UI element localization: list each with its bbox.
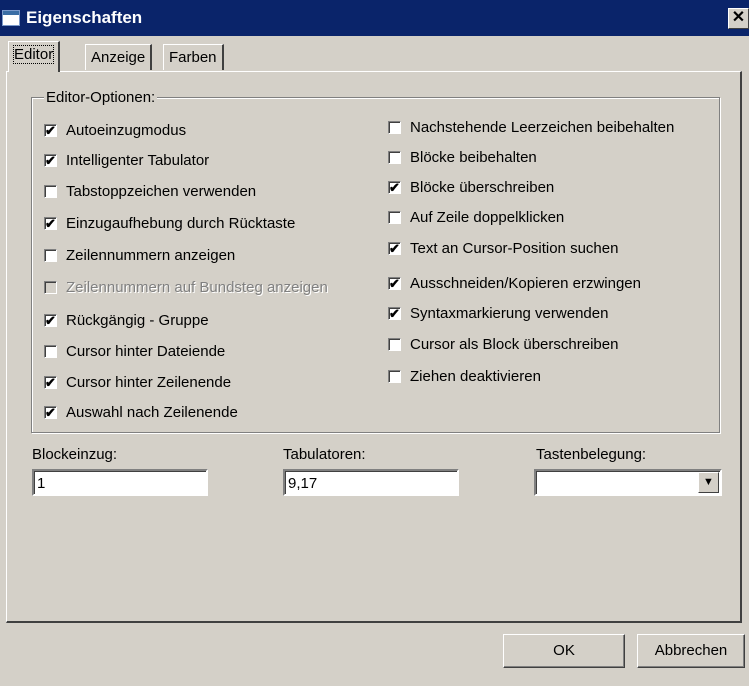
tab-farben[interactable]: Farben — [163, 44, 224, 70]
checkbox-box[interactable]: ✔ — [388, 180, 401, 194]
checkbox-box[interactable]: ✔ — [388, 306, 401, 320]
checkbox-bloecke-ueberschreiben[interactable]: ✔ Blöcke überschreiben — [388, 177, 554, 197]
tab-editor[interactable]: Editor — [8, 41, 61, 72]
checkbox-ziehen-deaktivieren[interactable]: Ziehen deaktivieren — [388, 366, 541, 386]
checkbox-ausschneiden-kopieren[interactable]: ✔ Ausschneiden/Kopieren erzwingen — [388, 273, 641, 293]
checkbox-label: Tabstoppzeichen verwenden — [66, 182, 257, 200]
ok-button[interactable]: OK — [503, 634, 625, 668]
checkbox-label: Intelligenter Tabulator — [66, 151, 210, 169]
checkbox-autoeinzugmodus[interactable]: ✔ Autoeinzugmodus — [44, 120, 186, 140]
checkbox-box[interactable] — [388, 210, 401, 224]
tab-anzeige-label: Anzeige — [91, 49, 146, 66]
checkbox-label: Text an Cursor-Position suchen — [410, 239, 619, 257]
tab-stops-label: Tabulatoren: — [283, 446, 366, 463]
window-icon — [2, 10, 20, 26]
checkbox-einzugaufhebung[interactable]: ✔ Einzugaufhebung durch Rücktaste — [44, 213, 295, 233]
block-indent-input[interactable]: 1 — [32, 469, 208, 496]
title-bar: Eigenschaften — [0, 0, 749, 36]
checkbox-box[interactable] — [44, 248, 57, 262]
checkbox-box[interactable] — [44, 344, 57, 358]
checkbox-box[interactable] — [388, 150, 401, 164]
checkbox-box[interactable] — [388, 120, 401, 134]
checkbox-doppelklicken[interactable]: Auf Zeile doppelklicken — [388, 207, 564, 227]
checkbox-box[interactable]: ✔ — [44, 216, 57, 230]
checkbox-leerzeichen-beibehalten[interactable]: Nachstehende Leerzeichen beibehalten — [388, 117, 674, 137]
checkbox-label: Cursor hinter Zeilenende — [66, 373, 232, 391]
checkbox-box — [44, 280, 57, 294]
checkbox-box[interactable]: ✔ — [44, 153, 57, 167]
editor-options-legend: Editor-Optionen: — [44, 89, 158, 106]
checkbox-label: Zeilennummern anzeigen — [66, 246, 236, 264]
checkbox-box[interactable] — [388, 337, 401, 351]
checkbox-box[interactable]: ✔ — [44, 313, 57, 327]
checkbox-cursor-dateiende[interactable]: Cursor hinter Dateiende — [44, 341, 225, 361]
checkbox-label: Nachstehende Leerzeichen beibehalten — [410, 118, 675, 136]
checkbox-box[interactable]: ✔ — [388, 276, 401, 290]
cancel-button[interactable]: Abbrechen — [637, 634, 745, 668]
checkbox-bloecke-beibehalten[interactable]: Blöcke beibehalten — [388, 147, 537, 167]
checkbox-syntaxmarkierung[interactable]: ✔ Syntaxmarkierung verwenden — [388, 303, 608, 323]
checkbox-label: Einzugaufhebung durch Rücktaste — [66, 214, 296, 232]
checkbox-box[interactable] — [388, 369, 401, 383]
window-title: Eigenschaften — [26, 8, 143, 27]
checkbox-tabstoppzeichen[interactable]: Tabstoppzeichen verwenden — [44, 181, 256, 201]
checkbox-label: Rückgängig - Gruppe — [66, 311, 209, 329]
chevron-down-icon[interactable]: ▼ — [698, 472, 719, 493]
tab-editor-label: Editor — [12, 45, 55, 64]
checkbox-zeilennummern[interactable]: Zeilennummern anzeigen — [44, 245, 235, 265]
checkbox-zeilennummern-bundsteg: Zeilennummern auf Bundsteg anzeigen — [44, 277, 328, 297]
checkbox-label: Blöcke beibehalten — [410, 148, 537, 166]
checkbox-label: Cursor als Block überschreiben — [410, 335, 619, 353]
tab-farben-label: Farben — [169, 49, 217, 66]
checkbox-label: Ausschneiden/Kopieren erzwingen — [410, 274, 641, 292]
tab-anzeige[interactable]: Anzeige — [85, 44, 153, 70]
checkbox-label: Zeilennummern auf Bundsteg anzeigen — [66, 278, 328, 296]
checkbox-text-suchen[interactable]: ✔ Text an Cursor-Position suchen — [388, 238, 618, 258]
block-indent-label: Blockeinzug: — [32, 446, 118, 463]
checkbox-box[interactable] — [44, 184, 57, 198]
keymap-label: Tastenbelegung: — [536, 446, 647, 463]
checkbox-label: Blöcke überschreiben — [410, 178, 555, 196]
checkbox-box[interactable]: ✔ — [388, 241, 401, 255]
checkbox-cursor-zeilenende[interactable]: ✔ Cursor hinter Zeilenende — [44, 372, 231, 392]
checkbox-box[interactable]: ✔ — [44, 123, 57, 137]
close-button[interactable]: ✕ — [728, 8, 749, 29]
checkbox-label: Auswahl nach Zeilenende — [66, 403, 238, 421]
checkbox-label: Auf Zeile doppelklicken — [410, 208, 565, 226]
checkbox-label: Ziehen deaktivieren — [410, 367, 541, 385]
checkbox-cursor-block[interactable]: Cursor als Block überschreiben — [388, 334, 618, 354]
checkbox-intelligenter-tabulator[interactable]: ✔ Intelligenter Tabulator — [44, 150, 209, 170]
checkbox-label: Autoeinzugmodus — [66, 121, 187, 139]
tab-stops-input[interactable]: 9,17 — [283, 469, 459, 496]
checkbox-label: Cursor hinter Dateiende — [66, 342, 226, 360]
checkbox-box[interactable]: ✔ — [44, 375, 57, 389]
checkbox-label: Syntaxmarkierung verwenden — [410, 304, 609, 322]
checkbox-rueckgaengig-gruppe[interactable]: ✔ Rückgängig - Gruppe — [44, 310, 209, 330]
keymap-select[interactable]: ▼ — [534, 469, 722, 496]
checkbox-auswahl-zeilenende[interactable]: ✔ Auswahl nach Zeilenende — [44, 402, 238, 422]
checkbox-box[interactable]: ✔ — [44, 405, 57, 419]
